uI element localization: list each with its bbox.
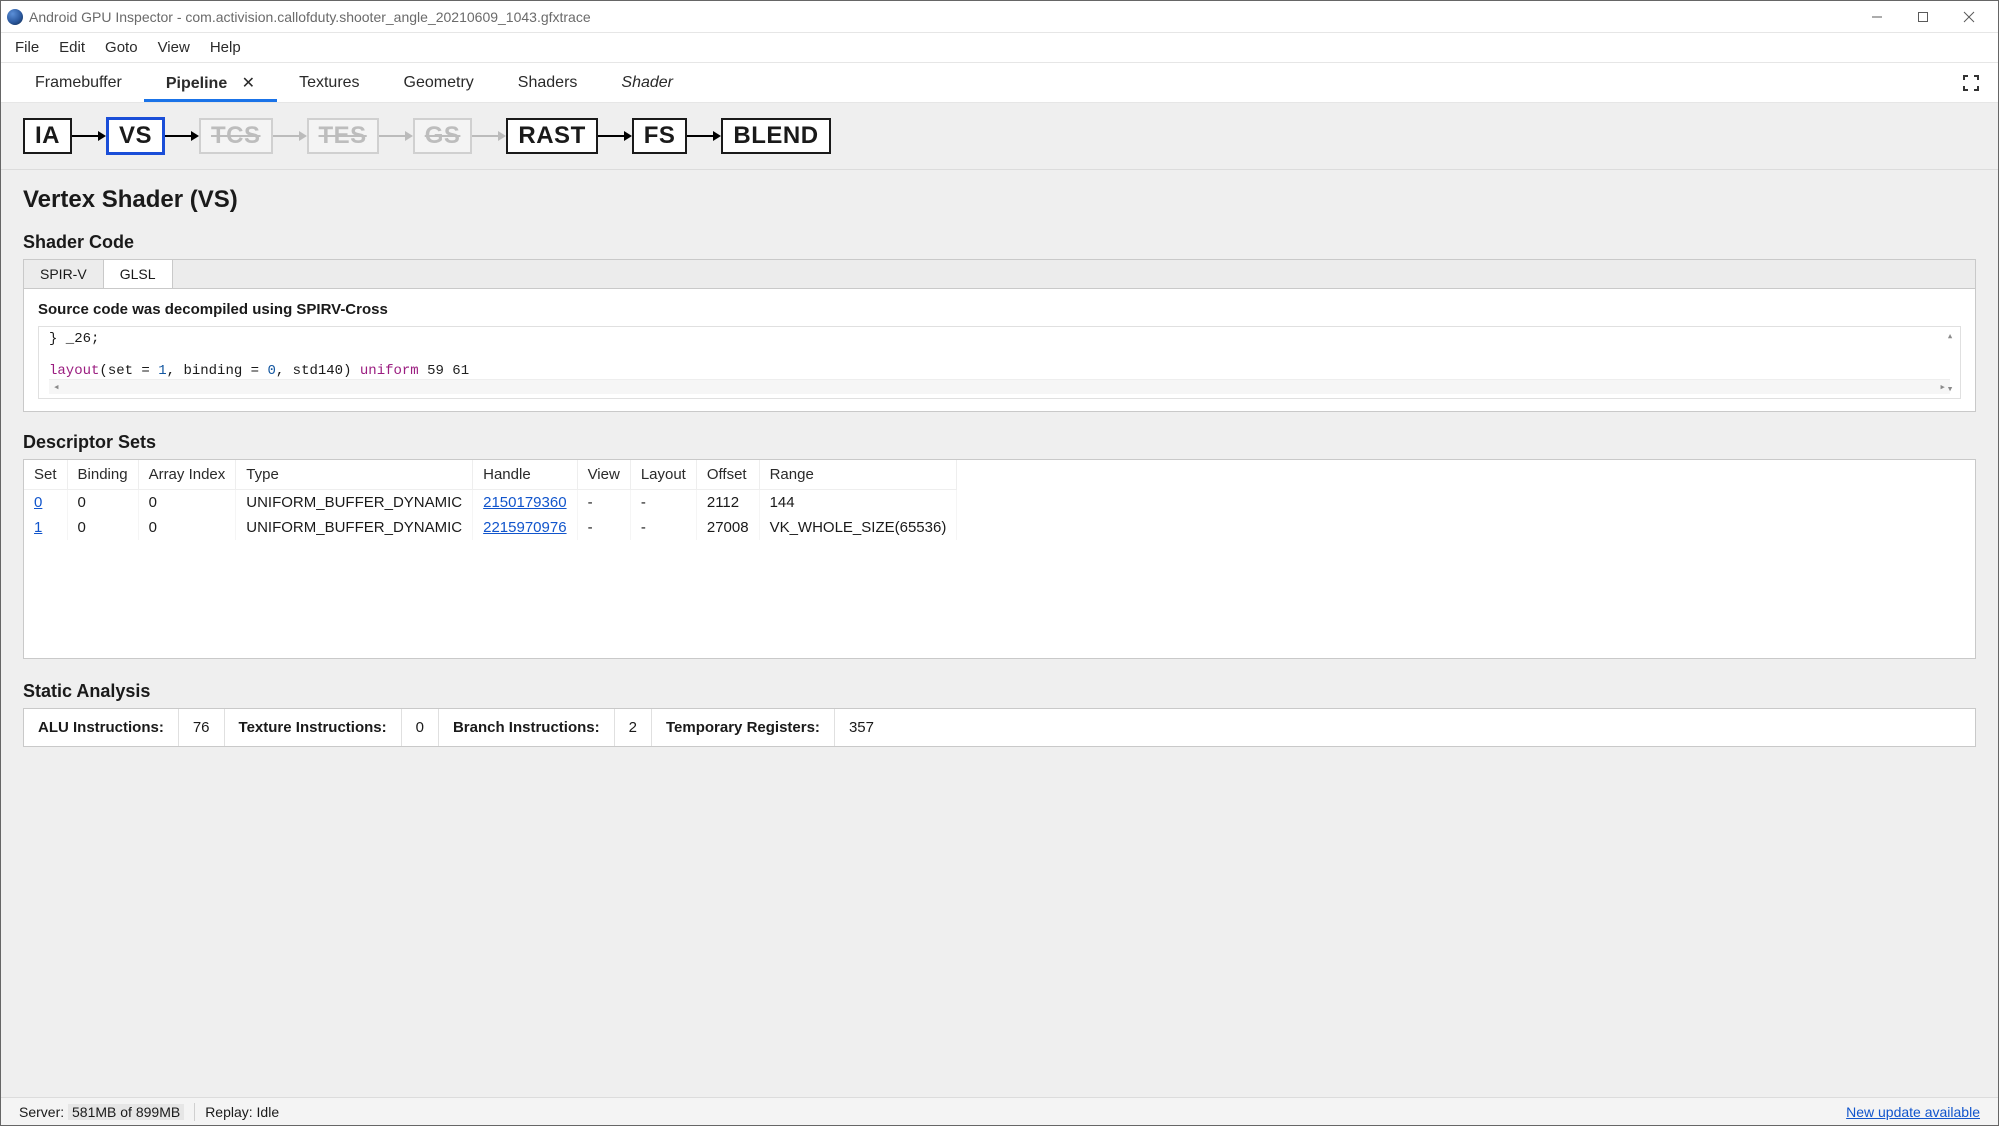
- arrow-icon: [165, 126, 199, 146]
- cell: 0: [67, 515, 138, 540]
- pipeline-stages: IA VS TCS TES GS RAST FS BLEND: [1, 103, 1998, 170]
- branch-label: Branch Instructions:: [439, 709, 615, 746]
- col-set[interactable]: Set: [24, 460, 67, 490]
- handle-link[interactable]: 2150179360: [483, 494, 566, 511]
- decompile-note: Source code was decompiled using SPIRV-C…: [38, 301, 1961, 318]
- static-analysis-title: Static Analysis: [23, 681, 1976, 702]
- branch-value: 2: [615, 709, 652, 746]
- table-row[interactable]: 1 0 0 UNIFORM_BUFFER_DYNAMIC 2215970976 …: [24, 515, 957, 540]
- stage-tcs[interactable]: TCS: [199, 118, 273, 154]
- col-array-index[interactable]: Array Index: [138, 460, 236, 490]
- code-tab-spirv[interactable]: SPIR-V: [24, 260, 104, 288]
- maximize-button[interactable]: [1900, 1, 1946, 32]
- menu-file[interactable]: File: [5, 35, 49, 60]
- descriptor-sets-panel: Set Binding Array Index Type Handle View…: [23, 459, 1976, 659]
- server-status: Server: 581MB of 899MB: [9, 1104, 194, 1120]
- cell: -: [630, 490, 696, 516]
- col-offset[interactable]: Offset: [696, 460, 759, 490]
- tab-textures[interactable]: Textures: [277, 66, 381, 100]
- col-view[interactable]: View: [577, 460, 630, 490]
- static-analysis-panel: ALU Instructions: 76 Texture Instruction…: [23, 708, 1976, 747]
- col-handle[interactable]: Handle: [473, 460, 577, 490]
- tab-pipeline-close-icon[interactable]: ✕: [242, 75, 255, 92]
- app-icon: [7, 9, 23, 25]
- stage-gs[interactable]: GS: [413, 118, 473, 154]
- hscroll-icon[interactable]: ◂▸: [49, 379, 1950, 394]
- stage-blend[interactable]: BLEND: [721, 118, 830, 154]
- descriptor-sets-title: Descriptor Sets: [23, 432, 1976, 453]
- cell: 144: [759, 490, 957, 516]
- close-button[interactable]: [1946, 1, 1992, 32]
- cell: 0: [138, 490, 236, 516]
- menu-view[interactable]: View: [148, 35, 200, 60]
- set-link[interactable]: 1: [34, 519, 42, 536]
- menubar: File Edit Goto View Help: [1, 33, 1998, 63]
- cell: -: [630, 515, 696, 540]
- server-memory: 581MB of 899MB: [68, 1104, 184, 1120]
- statusbar: Server: 581MB of 899MB Replay: Idle New …: [1, 1097, 1998, 1125]
- page-title: Vertex Shader (VS): [23, 186, 1976, 214]
- cell: 0: [67, 490, 138, 516]
- tabbar: Framebuffer Pipeline ✕ Textures Geometry…: [1, 63, 1998, 103]
- arrow-icon: [598, 126, 632, 146]
- menu-goto[interactable]: Goto: [95, 35, 148, 60]
- cell: UNIFORM_BUFFER_DYNAMIC: [236, 490, 473, 516]
- tab-pipeline-label: Pipeline: [166, 75, 227, 92]
- tab-shader[interactable]: Shader: [599, 66, 695, 100]
- tab-geometry[interactable]: Geometry: [382, 66, 496, 100]
- arrow-icon: [687, 126, 721, 146]
- update-link[interactable]: New update available: [1846, 1104, 1980, 1120]
- menu-help[interactable]: Help: [200, 35, 251, 60]
- alu-label: ALU Instructions:: [24, 709, 179, 746]
- cell: 27008: [696, 515, 759, 540]
- window-controls: [1854, 1, 1992, 32]
- col-binding[interactable]: Binding: [67, 460, 138, 490]
- shader-code-title: Shader Code: [23, 232, 1976, 253]
- set-link[interactable]: 0: [34, 494, 42, 511]
- fullscreen-toggle-icon[interactable]: [1956, 74, 1986, 92]
- window-title: Android GPU Inspector - com.activision.c…: [29, 9, 591, 25]
- minimize-button[interactable]: [1854, 1, 1900, 32]
- cell: VK_WHOLE_SIZE(65536): [759, 515, 957, 540]
- content-area: Vertex Shader (VS) Shader Code SPIR-V GL…: [1, 170, 1998, 1097]
- handle-link[interactable]: 2215970976: [483, 519, 566, 536]
- temp-label: Temporary Registers:: [652, 709, 835, 746]
- shader-code-panel: SPIR-V GLSL Source code was decompiled u…: [23, 259, 1976, 412]
- arrow-icon: [472, 126, 506, 146]
- col-type[interactable]: Type: [236, 460, 473, 490]
- stage-rast[interactable]: RAST: [506, 118, 597, 154]
- tab-shaders[interactable]: Shaders: [496, 66, 600, 100]
- tab-pipeline[interactable]: Pipeline ✕: [144, 65, 277, 101]
- arrow-icon: [273, 126, 307, 146]
- stage-fs[interactable]: FS: [632, 118, 688, 154]
- tex-label: Texture Instructions:: [225, 709, 402, 746]
- cell: -: [577, 490, 630, 516]
- col-layout[interactable]: Layout: [630, 460, 696, 490]
- table-row[interactable]: 0 0 0 UNIFORM_BUFFER_DYNAMIC 2150179360 …: [24, 490, 957, 516]
- stage-vs[interactable]: VS: [106, 117, 165, 155]
- tex-value: 0: [402, 709, 439, 746]
- cell: UNIFORM_BUFFER_DYNAMIC: [236, 515, 473, 540]
- tab-framebuffer[interactable]: Framebuffer: [13, 66, 144, 100]
- cell: 2112: [696, 490, 759, 516]
- temp-value: 357: [835, 709, 888, 746]
- cell: -: [577, 515, 630, 540]
- titlebar: Android GPU Inspector - com.activision.c…: [1, 1, 1998, 33]
- col-range[interactable]: Range: [759, 460, 957, 490]
- descriptor-sets-table: Set Binding Array Index Type Handle View…: [24, 460, 957, 540]
- vscroll-icon[interactable]: ▴▾: [1942, 327, 1958, 398]
- menu-edit[interactable]: Edit: [49, 35, 95, 60]
- code-view[interactable]: } _26; layout(set = 1, binding = 0, std1…: [38, 326, 1961, 399]
- alu-value: 76: [179, 709, 225, 746]
- arrow-icon: [379, 126, 413, 146]
- arrow-icon: [72, 126, 106, 146]
- shader-code-tabs: SPIR-V GLSL: [24, 260, 1975, 289]
- stage-ia[interactable]: IA: [23, 118, 72, 154]
- replay-status: Replay: Idle: [195, 1104, 289, 1120]
- stage-tes[interactable]: TES: [307, 118, 379, 154]
- cell: 0: [138, 515, 236, 540]
- code-tab-glsl[interactable]: GLSL: [104, 260, 173, 288]
